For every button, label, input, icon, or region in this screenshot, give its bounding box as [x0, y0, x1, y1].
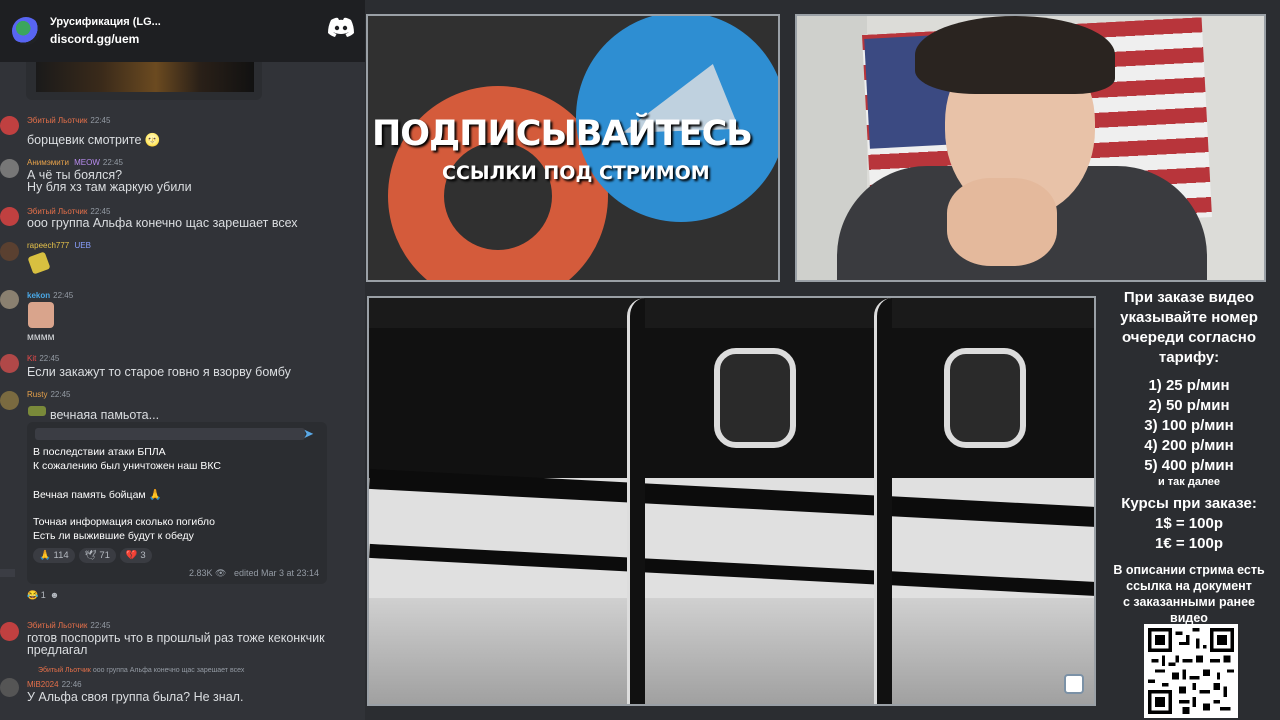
message-text: У Альфа своя группа была? Не знал. [27, 690, 244, 704]
rate-item: 1€ = 100р [1155, 535, 1223, 552]
aircraft-window [714, 348, 796, 448]
avatar[interactable] [0, 678, 19, 697]
user-badge: MEOW [74, 158, 100, 167]
reaction-dove: 🕊 71 [78, 548, 116, 563]
chat-panel: Урусификация (LG... discord.gg/uem Эбиты… [0, 0, 365, 720]
info-text: В описании стрима есть [1113, 563, 1265, 577]
avatar[interactable] [0, 354, 19, 373]
username[interactable]: Эбитый Льотчик [27, 116, 87, 125]
user-badge: UEB [74, 241, 91, 250]
image-embed[interactable] [26, 62, 262, 100]
avatar[interactable] [0, 116, 19, 135]
tariff-item: 1) 25 р/мин [1148, 377, 1230, 394]
username[interactable]: kekon [27, 291, 50, 300]
username[interactable]: Анимэмити [27, 158, 69, 167]
username[interactable]: Rusty [27, 390, 47, 399]
qr-code-icon [1148, 628, 1234, 714]
timestamp: 22:46 [61, 680, 82, 689]
reply-preview[interactable]: Эбитый Льотчик ооо группа Альфа конечно … [38, 667, 244, 674]
emoji-image [28, 406, 46, 416]
reaction-add[interactable]: ☻ [50, 590, 59, 601]
tariff-item: 4) 200 р/мин [1144, 437, 1234, 454]
eye-icon: 👁 [214, 568, 227, 578]
timestamp: 22:45 [102, 158, 123, 167]
info-text: с заказанными ранее [1122, 595, 1255, 609]
username[interactable]: Kit [27, 354, 36, 363]
tariff-item: 2) 50 р/мин [1148, 397, 1230, 414]
info-text: ссылка на документ [1126, 579, 1252, 593]
telegram-embed[interactable]: ➤ В последствии атаки БПЛА К сожалению б… [0, 422, 327, 584]
username[interactable]: Эбитый Льотчик [27, 621, 87, 630]
timestamp: 22:45 [53, 291, 74, 300]
rate-item: 1$ = 100р [1155, 515, 1223, 532]
info-text: очереди согласно [1121, 329, 1257, 346]
embed-text: В последствии атаки БПЛА [33, 446, 166, 458]
qr-code[interactable] [1144, 624, 1238, 718]
avatar[interactable] [0, 290, 19, 309]
info-text: указывайте номер [1120, 309, 1258, 326]
embed-text: Точная информация сколько погибло [33, 516, 215, 528]
message-text: Ну бля хз там жаркую убили [27, 180, 192, 194]
message-reactions: 😂 1 ☻ [27, 590, 59, 601]
promo-subtitle: ССЫЛКИ ПОД СТРИМОМ [442, 162, 710, 184]
edited-label: edited Mar 3 at 23:14 [233, 568, 319, 578]
rates-title: Курсы при заказе: [1121, 495, 1257, 512]
message-text: Если закажут то старое говно я взорву бо… [27, 365, 291, 379]
info-text: тарифу: [1158, 349, 1220, 366]
video-player[interactable] [367, 296, 1096, 706]
reaction-pray: 🙏 114 [33, 548, 75, 563]
info-etc: и так далее [1157, 476, 1221, 488]
message-text: вечнаяа памьота... [50, 408, 160, 422]
info-text: При заказе видео [1123, 289, 1255, 306]
username[interactable]: rapeech777 [27, 241, 69, 250]
tariff-item: 3) 100 р/мин [1144, 417, 1234, 434]
message-text: предлагал [27, 643, 88, 657]
server-header[interactable]: Урусификация (LG... discord.gg/uem [0, 0, 365, 62]
avatar[interactable] [0, 391, 19, 410]
message-text: ооо группа Альфа конечно щас зарешает вс… [27, 216, 298, 230]
sticker-image [27, 251, 51, 275]
avatar[interactable] [0, 207, 19, 226]
telegram-icon: ➤ [303, 426, 314, 441]
view-count: 2.83K [188, 568, 213, 578]
username[interactable]: Эбитый Льотчик [27, 207, 87, 216]
timestamp: 22:45 [39, 354, 60, 363]
avatar[interactable] [0, 159, 19, 178]
aircraft-window [944, 348, 1026, 448]
username[interactable]: MiB2024 [27, 680, 59, 689]
promo-title: ПОДПИСЫВАЙТЕСЬ [372, 114, 753, 154]
promo-banner: ПОДПИСЫВАЙТЕСЬ ССЫЛКИ ПОД СТРИМОМ [366, 14, 780, 282]
emoji-image [28, 302, 54, 328]
timestamp: 22:45 [90, 621, 111, 630]
timestamp: 22:45 [90, 116, 111, 125]
embed-text: Вечная память бойцам 🙏 [33, 489, 162, 501]
webcam-feed [795, 14, 1266, 282]
timestamp: 22:45 [90, 207, 111, 216]
embed-text: К сожалению был уничтожен наш ВКС [33, 460, 221, 472]
server-icon [12, 17, 40, 45]
embed-channel-name [35, 428, 305, 440]
server-invite-link[interactable]: discord.gg/uem [50, 32, 161, 46]
avatar[interactable] [0, 622, 19, 641]
embed-meta: 2.83K 👁 edited Mar 3 at 23:14 [0, 568, 319, 579]
message-text: борщевик смотрите 🌝 [27, 133, 161, 147]
tariff-item: 5) 400 р/мин [1144, 457, 1234, 474]
message-text: мммм [27, 332, 55, 343]
reaction-laugh[interactable]: 😂 1 [27, 590, 46, 601]
timestamp: 22:45 [50, 390, 71, 399]
video-watermark-icon [1064, 674, 1084, 694]
discord-icon [328, 17, 354, 37]
embed-text: Есть ли выжившие будут к обеду [33, 530, 194, 542]
reaction-heartbreak: 💔 3 [119, 548, 152, 563]
server-name: Урусификация (LG... [50, 16, 161, 28]
avatar[interactable] [0, 242, 19, 261]
